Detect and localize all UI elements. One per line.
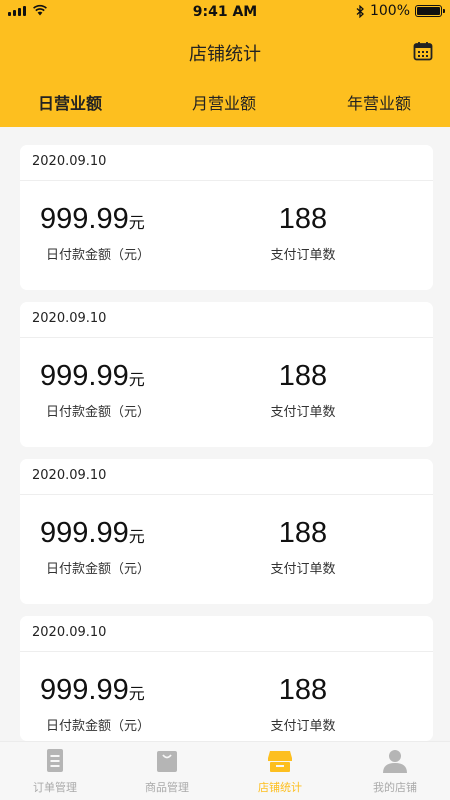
card-date: 2020.09.10	[32, 311, 107, 326]
divider	[20, 337, 433, 338]
tab-daily-revenue[interactable]: 日营业额	[38, 90, 102, 114]
order-count-label: 支付订单数	[270, 719, 336, 734]
amount-label: 日付款金额（元）	[46, 248, 151, 263]
amount-label: 日付款金额（元）	[46, 405, 151, 420]
revenue-card[interactable]: 2020.09.10 999.99元 日付款金额（元） 188 支付订单数	[20, 145, 433, 290]
card-date: 2020.09.10	[32, 468, 107, 483]
tab-label: 店铺统计	[258, 781, 302, 794]
status-right: 100%	[356, 3, 445, 19]
amount-unit: 元	[128, 684, 145, 703]
battery-icon	[415, 5, 445, 17]
tab-yearly-revenue[interactable]: 年营业额	[347, 90, 411, 114]
revenue-card[interactable]: 2020.09.10 999.99元 日付款金额（元） 188 支付订单数	[20, 459, 433, 604]
card-date: 2020.09.10	[32, 625, 107, 640]
bottom-tab-bar: 订单管理 商品管理 店铺统计 我的店铺	[0, 741, 450, 800]
revenue-card[interactable]: 2020.09.10 999.99元 日付款金额（元） 188 支付订单数	[20, 616, 433, 741]
order-document-icon	[47, 749, 63, 772]
order-count-label: 支付订单数	[270, 248, 336, 263]
tab-store-statistics[interactable]: 店铺统计	[230, 748, 330, 795]
card-date: 2020.09.10	[32, 154, 107, 169]
header: 9:41 AM 100% 店铺统计 日营业额 月营业额 年营业额	[0, 0, 450, 127]
tab-label: 商品管理	[145, 781, 189, 794]
user-icon	[383, 750, 407, 773]
status-bar: 9:41 AM 100%	[0, 0, 450, 24]
divider	[20, 494, 433, 495]
divider	[20, 180, 433, 181]
page-title: 店铺统计	[189, 44, 261, 65]
amount-label: 日付款金额（元）	[46, 719, 151, 734]
amount-label: 日付款金额（元）	[46, 562, 151, 577]
amount-value: 999.99	[40, 674, 129, 706]
tab-product-management[interactable]: 商品管理	[117, 748, 217, 795]
divider	[20, 651, 433, 652]
revenue-tabs: 日营业额 月营业额 年营业额	[0, 90, 450, 116]
amount: 999.99元	[40, 674, 145, 707]
tab-label: 我的店铺	[373, 781, 417, 794]
store-icon	[268, 751, 292, 772]
bluetooth-icon	[356, 4, 364, 18]
tab-monthly-revenue[interactable]: 月营业额	[192, 90, 256, 114]
order-count-label: 支付订单数	[270, 405, 336, 420]
order-count-value: 188	[278, 674, 328, 706]
order-count-value: 188	[278, 203, 328, 235]
calendar-icon[interactable]	[413, 41, 433, 61]
revenue-card[interactable]: 2020.09.10 999.99元 日付款金额（元） 188 支付订单数	[20, 302, 433, 447]
amount-unit: 元	[128, 527, 145, 546]
order-count-value: 188	[278, 360, 328, 392]
amount: 999.99元	[40, 360, 145, 393]
amount-value: 999.99	[40, 360, 129, 392]
tab-order-management[interactable]: 订单管理	[5, 748, 105, 795]
amount-unit: 元	[128, 213, 145, 232]
amount-value: 999.99	[40, 517, 129, 549]
shopping-bag-icon	[157, 751, 177, 772]
tab-my-store[interactable]: 我的店铺	[345, 748, 445, 795]
battery-percentage: 100%	[369, 3, 410, 19]
amount-value: 999.99	[40, 203, 129, 235]
amount: 999.99元	[40, 203, 145, 236]
order-count-value: 188	[278, 517, 328, 549]
order-count-label: 支付订单数	[270, 562, 336, 577]
amount: 999.99元	[40, 517, 145, 550]
amount-unit: 元	[128, 370, 145, 389]
tab-label: 订单管理	[33, 781, 77, 794]
